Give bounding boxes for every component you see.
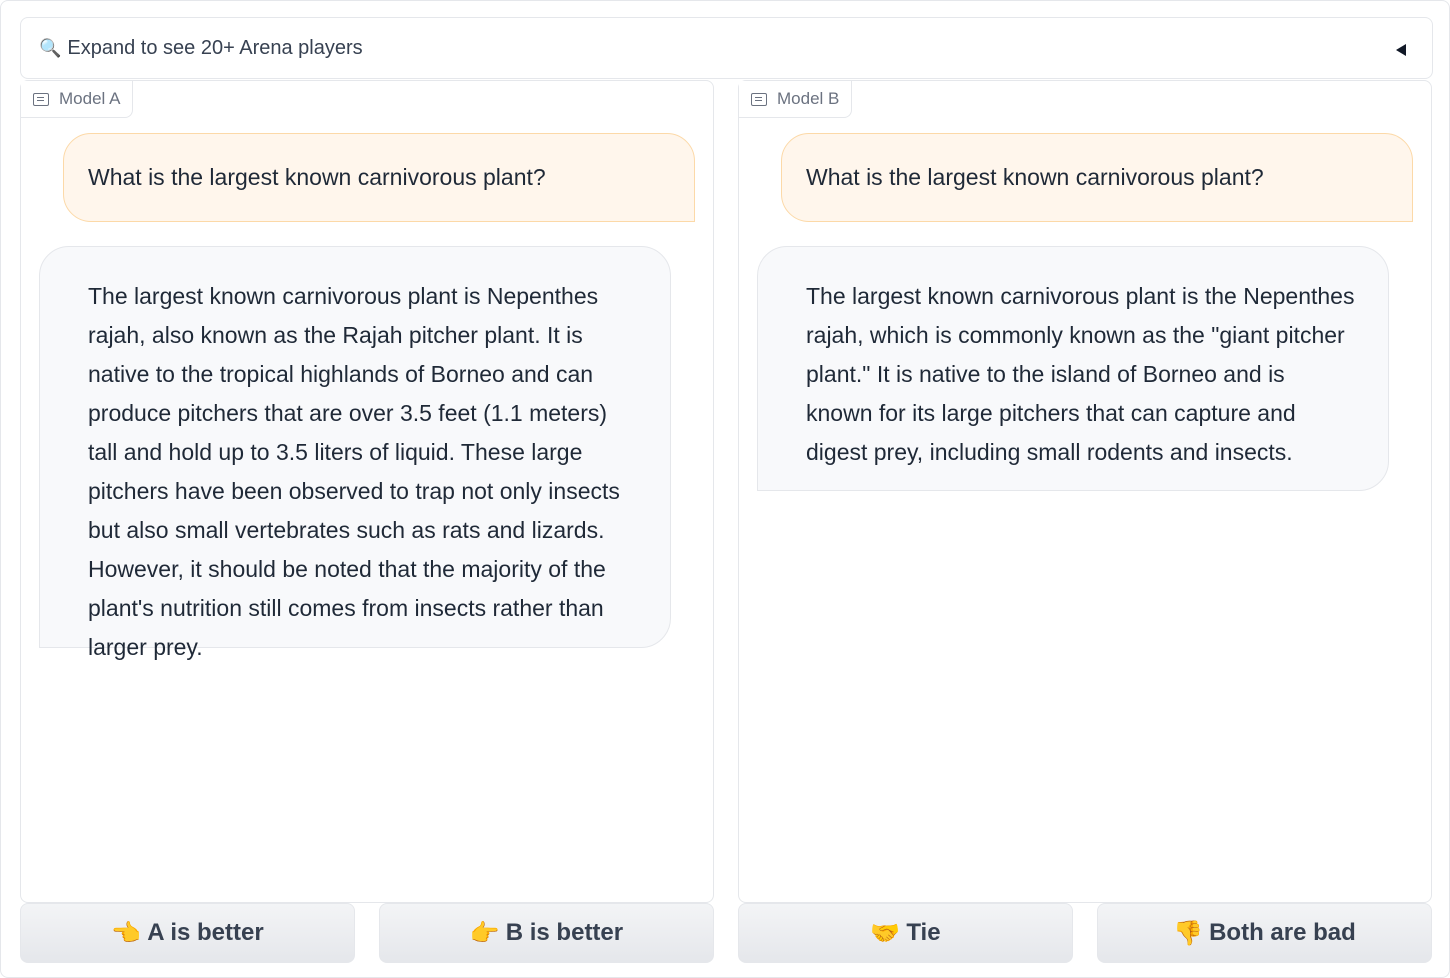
model-b-label-text: Model B [777, 89, 840, 108]
handshake-icon: 🤝 [870, 919, 901, 947]
search-icon: 🔍 [39, 37, 62, 58]
chatbot-model-b: Model B What is the largest known carniv… [738, 80, 1432, 903]
point-right-icon: 👉 [469, 919, 500, 947]
model-a-label-text: Model A [59, 89, 121, 108]
accordion-label: Expand to see 20+ Arena players [67, 36, 363, 59]
model-a-label: Model A [21, 81, 134, 118]
arena-players-accordion[interactable]: 🔍 Expand to see 20+ Arena players [20, 17, 1433, 79]
b-is-better-button[interactable]: 👉 B is better [379, 903, 714, 963]
vote-label: Tie [906, 919, 941, 946]
chat-icon [33, 92, 49, 106]
vote-label: Both are bad [1209, 919, 1356, 946]
chatbot-model-a: Model A What is the largest known carniv… [20, 80, 714, 903]
point-left-icon: 👈 [111, 919, 142, 947]
both-are-bad-button[interactable]: 👎 Both are bad [1097, 903, 1432, 963]
app-frame: 🔍 Expand to see 20+ Arena players Model … [0, 0, 1450, 978]
accordion-header: 🔍 Expand to see 20+ Arena players [39, 37, 363, 60]
bot-message: The largest known carnivorous plant is t… [757, 246, 1389, 491]
thumbs-down-icon: 👎 [1173, 919, 1204, 947]
vote-label: B is better [505, 919, 624, 946]
user-message: What is the largest known carnivorous pl… [63, 133, 695, 222]
chat-icon [751, 92, 767, 106]
a-is-better-button[interactable]: 👈 A is better [20, 903, 355, 963]
bot-message: The largest known carnivorous plant is N… [39, 246, 671, 660]
caret-left-icon[interactable] [1396, 44, 1406, 56]
model-b-label: Model B [739, 81, 853, 118]
user-message: What is the largest known carnivorous pl… [781, 133, 1413, 222]
tie-button[interactable]: 🤝 Tie [738, 903, 1073, 963]
vote-label: A is better [147, 919, 264, 946]
